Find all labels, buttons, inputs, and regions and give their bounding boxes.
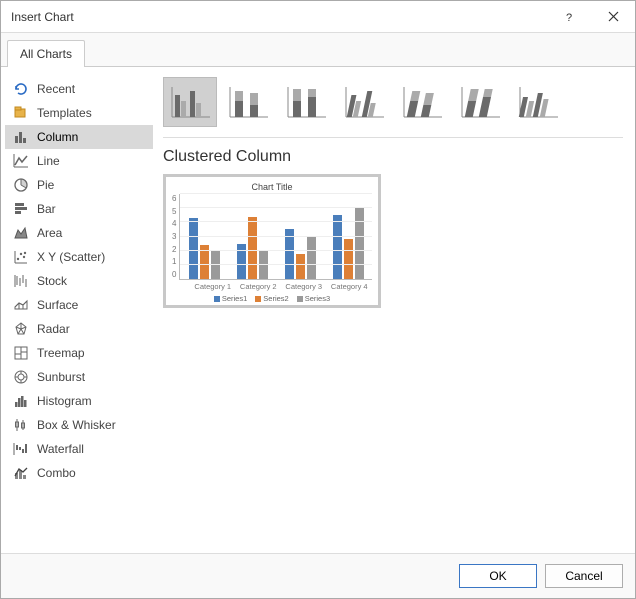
subtype-stacked-column[interactable]	[221, 77, 275, 127]
subtype-column-3d[interactable]	[511, 77, 565, 127]
sidebar-item-surface[interactable]: Surface	[5, 293, 153, 317]
window-title: Insert Chart	[11, 10, 547, 24]
line-icon	[13, 153, 29, 169]
chart-preview[interactable]: Chart Title 6543210 Category 1Category 2…	[163, 174, 381, 308]
sidebar-item-label: Stock	[37, 274, 67, 288]
sidebar-item-combo[interactable]: Combo	[5, 461, 153, 485]
waterfall-icon	[13, 441, 29, 457]
sidebar-item-label: Surface	[37, 298, 78, 312]
sidebar-item-area[interactable]: Area	[5, 221, 153, 245]
sidebar-item-label: Combo	[37, 466, 76, 480]
bar	[355, 208, 364, 279]
sidebar-item-stock[interactable]: Stock	[5, 269, 153, 293]
sidebar-item-sunburst[interactable]: Sunburst	[5, 365, 153, 389]
combo-icon	[13, 465, 29, 481]
sidebar-item-label: Column	[37, 130, 78, 144]
sidebar-item-recent[interactable]: Recent	[5, 77, 153, 101]
sidebar-item-label: Radar	[37, 322, 70, 336]
bar	[307, 237, 316, 280]
sidebar-item-label: Line	[37, 154, 60, 168]
sidebar-item-label: Recent	[37, 82, 75, 96]
bar	[333, 215, 342, 279]
chart-x-axis: Category 1Category 2Category 3Category 4	[172, 282, 372, 291]
pie-icon	[13, 177, 29, 193]
chart-plot-area	[179, 194, 372, 280]
bar	[285, 229, 294, 279]
scatter-icon	[13, 249, 29, 265]
sidebar-item-treemap[interactable]: Treemap	[5, 341, 153, 365]
box-whisker-icon	[13, 417, 29, 433]
chart-y-axis: 6543210	[172, 194, 179, 280]
sidebar-item-label: Waterfall	[37, 442, 84, 456]
subtype-stacked-100-column[interactable]	[279, 77, 333, 127]
surface-icon	[13, 297, 29, 313]
sidebar-item-templates[interactable]: Templates	[5, 101, 153, 125]
chart-subtype-row	[163, 77, 623, 138]
column-icon	[13, 129, 29, 145]
ok-button[interactable]: OK	[459, 564, 537, 588]
dialog-footer: OK Cancel	[1, 553, 635, 598]
sidebar-item-label: Pie	[37, 178, 54, 192]
bar	[344, 239, 353, 279]
chart-legend: Series1Series2Series3	[172, 294, 372, 303]
tab-all-charts[interactable]: All Charts	[7, 40, 85, 67]
sidebar-item-label: Bar	[37, 202, 56, 216]
cancel-button[interactable]: Cancel	[545, 564, 623, 588]
sidebar-item-label: Histogram	[37, 394, 92, 408]
radar-icon	[13, 321, 29, 337]
subtype-stacked-100-column-3d[interactable]	[453, 77, 507, 127]
stock-icon	[13, 273, 29, 289]
sidebar-item-x-y-scatter-[interactable]: X Y (Scatter)	[5, 245, 153, 269]
sidebar-item-column[interactable]: Column	[5, 125, 153, 149]
sidebar-item-pie[interactable]: Pie	[5, 173, 153, 197]
titlebar: Insert Chart ?	[1, 1, 635, 33]
sidebar-item-label: Sunburst	[37, 370, 85, 384]
subtype-title: Clustered Column	[163, 148, 623, 166]
subtype-stacked-column-3d[interactable]	[395, 77, 449, 127]
svg-text:?: ?	[566, 12, 572, 23]
bar	[296, 254, 305, 280]
sidebar-item-label: Area	[37, 226, 62, 240]
templates-icon	[13, 105, 29, 121]
bar	[248, 217, 257, 279]
histogram-icon	[13, 393, 29, 409]
chart-title: Chart Title	[172, 182, 372, 192]
sunburst-icon	[13, 369, 29, 385]
subtype-clustered-column[interactable]	[163, 77, 217, 127]
sidebar-item-bar[interactable]: Bar	[5, 197, 153, 221]
chart-category-list: Recent Templates Column Line Pie Bar Area X Y (…	[5, 71, 153, 549]
dialog-content: Recent Templates Column Line Pie Bar Area X Y (…	[1, 67, 635, 553]
sidebar-item-label: Templates	[37, 106, 92, 120]
sidebar-item-label: Treemap	[37, 346, 85, 360]
sidebar-item-label: Box & Whisker	[37, 418, 116, 432]
close-button[interactable]	[591, 1, 635, 33]
main-panel: Clustered Column Chart Title 6543210 Cat…	[159, 71, 631, 549]
sidebar-item-waterfall[interactable]: Waterfall	[5, 437, 153, 461]
treemap-icon	[13, 345, 29, 361]
bar	[189, 218, 198, 279]
bar-icon	[13, 201, 29, 217]
sidebar-item-histogram[interactable]: Histogram	[5, 389, 153, 413]
sidebar-item-radar[interactable]: Radar	[5, 317, 153, 341]
area-icon	[13, 225, 29, 241]
sidebar-item-label: X Y (Scatter)	[37, 250, 105, 264]
tab-strip: All Charts	[1, 33, 635, 67]
subtype-clustered-column-3d[interactable]	[337, 77, 391, 127]
sidebar-item-box-whisker[interactable]: Box & Whisker	[5, 413, 153, 437]
sidebar-item-line[interactable]: Line	[5, 149, 153, 173]
recent-icon	[13, 81, 29, 97]
help-button[interactable]: ?	[547, 1, 591, 33]
